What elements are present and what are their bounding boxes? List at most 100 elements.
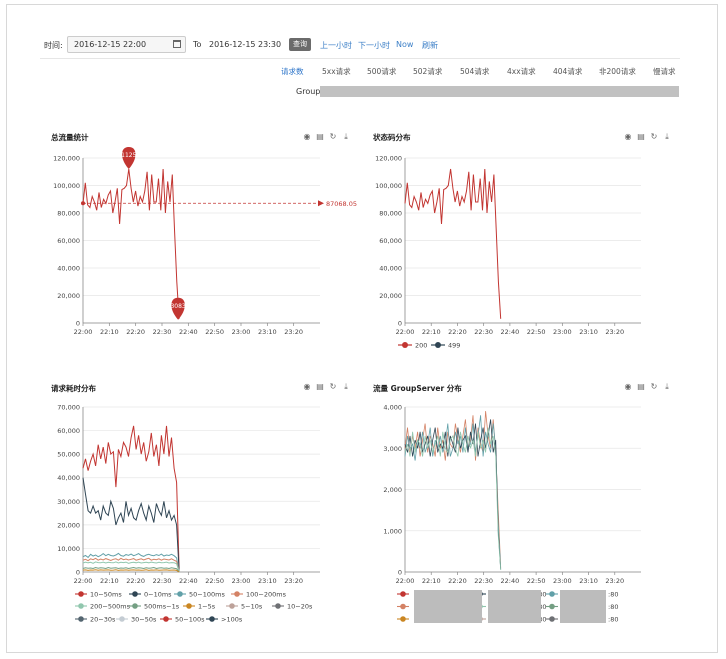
legend-label: 50~100s: [175, 616, 205, 624]
y-tick-label: 60,000: [57, 237, 80, 245]
x-tick-label: 22:00: [74, 577, 93, 585]
legend-marker: [400, 603, 406, 610]
x-tick-label: 23:10: [258, 328, 277, 336]
y-tick-label: 80,000: [57, 210, 80, 218]
x-tick-label: 22:20: [126, 328, 145, 336]
legend-label: 0~10ms: [144, 591, 172, 599]
y-tick-label: 20,000: [379, 292, 402, 300]
legend-label: 500ms~1s: [144, 603, 180, 611]
y-tick-label: 100,000: [53, 182, 80, 190]
legend-label: 200: [415, 342, 427, 350]
legend-marker: [78, 603, 84, 609]
x-tick-label: 23:20: [284, 577, 303, 585]
legend-redacted-block: [488, 590, 541, 623]
y-tick-label: 120,000: [375, 155, 402, 163]
x-tick-label: 23:10: [579, 577, 598, 585]
legend-label: 100~200ms: [246, 591, 287, 599]
x-tick-label: 22:20: [126, 577, 145, 585]
y-tick-label: 70,000: [57, 404, 80, 412]
y-tick-label: 60,000: [57, 427, 80, 435]
legend-marker: [78, 591, 84, 597]
legend-label: 20~30s: [90, 616, 116, 624]
legend-redacted-block: [560, 590, 606, 623]
y-tick-label: 4,000: [383, 404, 402, 412]
legend-label: 50~100ms: [189, 591, 225, 599]
y-tick-label: 40,000: [57, 265, 80, 273]
x-tick-label: 22:40: [179, 577, 198, 585]
x-tick-label: 23:00: [553, 328, 572, 336]
series-line: [404, 168, 502, 319]
legend-label: 10~50ms: [90, 591, 122, 599]
y-tick-label: 0: [76, 320, 80, 328]
legend-marker: [400, 616, 406, 622]
legend-marker: [549, 591, 555, 597]
legend-label: :80: [608, 603, 618, 611]
legend-marker: [163, 616, 169, 622]
min-value-label: 3083: [170, 303, 185, 310]
series-line: [82, 425, 180, 569]
legend-marker: [132, 591, 138, 597]
x-tick-label: 22:00: [396, 328, 415, 336]
x-tick-label: 22:50: [205, 577, 224, 585]
x-tick-label: 22:50: [527, 577, 546, 585]
x-tick-label: 22:40: [501, 577, 520, 585]
x-tick-label: 23:10: [258, 577, 277, 585]
y-tick-label: 20,000: [57, 292, 80, 300]
x-tick-label: 22:40: [501, 328, 520, 336]
legend-label: :80: [608, 591, 618, 599]
x-tick-label: 22:30: [474, 577, 493, 585]
y-tick-label: 100,000: [375, 182, 402, 190]
legend-label: 10~20s: [287, 603, 313, 611]
x-tick-label: 23:00: [553, 577, 572, 585]
x-tick-label: 22:10: [422, 577, 441, 585]
legend-label: 5~10s: [241, 603, 263, 611]
mean-line-arrow: [318, 200, 324, 207]
legend-label: >100s: [221, 616, 243, 624]
y-tick-label: 3,000: [383, 445, 402, 453]
x-tick-label: 23:10: [579, 328, 598, 336]
legend-marker: [234, 591, 240, 597]
mean-line-start-dot: [81, 201, 85, 206]
x-tick-label: 23:20: [605, 328, 624, 336]
mean-value-label: 87068.05: [326, 200, 357, 208]
legend-marker: [402, 342, 408, 348]
y-tick-label: 2,000: [383, 486, 402, 494]
legend-label: 30~50s: [131, 616, 157, 624]
x-tick-label: 23:00: [232, 577, 251, 585]
y-tick-label: 80,000: [379, 210, 402, 218]
y-tick-label: 1,000: [383, 527, 402, 535]
legend-marker: [275, 603, 281, 609]
max-value-label: 111251: [117, 152, 140, 159]
legend-marker: [119, 616, 125, 622]
x-tick-label: 22:20: [448, 577, 467, 585]
legend-marker: [177, 591, 183, 597]
x-tick-label: 22:40: [179, 328, 198, 336]
series-line: [82, 477, 180, 571]
legend-label: 499: [448, 342, 460, 350]
x-tick-label: 23:20: [284, 328, 303, 336]
y-tick-label: 120,000: [53, 155, 80, 163]
y-tick-label: 10,000: [57, 545, 80, 553]
x-tick-label: 22:10: [422, 328, 441, 336]
y-tick-label: 0: [398, 320, 402, 328]
y-tick-label: 50,000: [57, 451, 80, 459]
x-tick-label: 22:30: [153, 577, 172, 585]
legend-marker: [549, 603, 555, 610]
x-tick-label: 22:20: [448, 328, 467, 336]
y-tick-label: 40,000: [379, 265, 402, 273]
x-tick-label: 22:30: [153, 328, 172, 336]
y-tick-label: 40,000: [57, 474, 80, 482]
x-tick-label: 22:00: [74, 328, 93, 336]
y-tick-label: 0: [76, 569, 80, 577]
x-tick-label: 22:10: [100, 577, 119, 585]
series-line: [82, 168, 180, 319]
legend-marker: [132, 603, 138, 609]
legend-marker: [549, 616, 555, 622]
legend-marker: [435, 342, 441, 348]
legend-label: 1~5s: [198, 603, 216, 611]
legend-marker: [229, 603, 235, 609]
chart-total-traffic: 0 20,000 40,000 60,000 80,000 100,000 120,000 2…: [53, 147, 641, 624]
x-tick-label: 23:20: [605, 577, 624, 585]
x-tick-label: 22:50: [205, 328, 224, 336]
y-tick-label: 20,000: [57, 521, 80, 529]
